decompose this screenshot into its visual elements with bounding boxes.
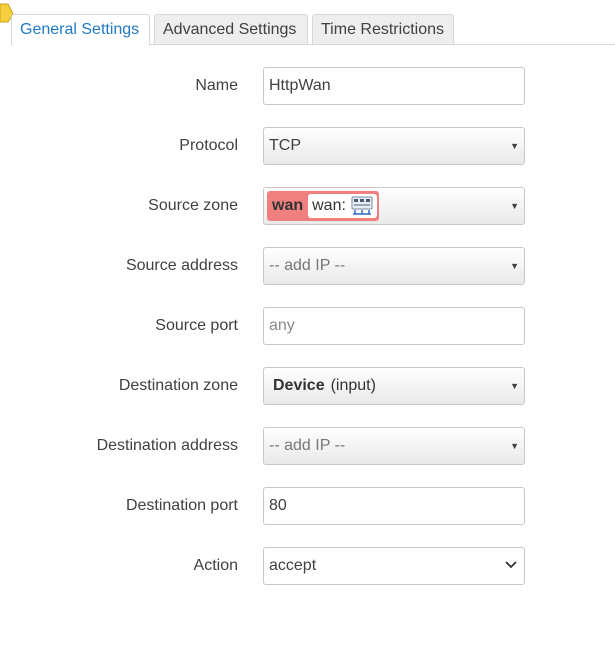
source-address-row: Source address -- add IP -- ▼ (0, 247, 615, 285)
destination-port-label: Destination port (125, 497, 238, 514)
tab-bar: General Settings Advanced Settings Time … (0, 0, 615, 45)
action-label: Action (193, 557, 238, 574)
network-ports-icon (351, 196, 373, 215)
dropdown-caret-icon: ▼ (510, 201, 519, 211)
destination-address-placeholder: -- add IP -- (269, 437, 346, 454)
dropdown-caret-icon: ▼ (510, 381, 519, 391)
tab-advanced-settings[interactable]: Advanced Settings (154, 14, 308, 44)
protocol-row: Protocol TCP ▼ (0, 127, 615, 165)
zone-network-name: wan: (312, 197, 346, 214)
action-row: Action accept (0, 547, 615, 585)
protocol-label: Protocol (179, 137, 238, 154)
name-row: Name (0, 67, 615, 105)
source-zone-dropdown[interactable]: wan wan: ▼ (263, 187, 525, 225)
name-label: Name (195, 77, 238, 94)
destination-address-row: Destination address -- add IP -- ▼ (0, 427, 615, 465)
action-value: accept (269, 557, 317, 574)
source-zone-row: Source zone wan wan: ▼ (0, 187, 615, 225)
protocol-dropdown[interactable]: TCP ▼ (263, 127, 525, 165)
source-address-dropdown[interactable]: -- add IP -- ▼ (263, 247, 525, 285)
destination-address-label: Destination address (96, 437, 238, 454)
zone-badge-wan: wan wan: (267, 191, 379, 221)
destination-zone-label: Destination zone (118, 377, 238, 394)
tab-general-settings[interactable]: General Settings (11, 14, 150, 45)
source-port-row: Source port (0, 307, 615, 345)
dropdown-caret-icon: ▼ (510, 261, 519, 271)
tab-time-restrictions[interactable]: Time Restrictions (312, 14, 454, 44)
name-input[interactable] (263, 67, 525, 105)
action-select[interactable]: accept (263, 547, 525, 585)
destination-port-input[interactable] (263, 487, 525, 525)
source-port-label: Source port (155, 317, 238, 334)
destination-address-dropdown[interactable]: -- add IP -- ▼ (263, 427, 525, 465)
destination-zone-device: Device (273, 377, 325, 394)
destination-port-row: Destination port (0, 487, 615, 525)
source-address-placeholder: -- add IP -- (269, 257, 346, 274)
source-zone-label: Source zone (148, 197, 238, 214)
dropdown-caret-icon: ▼ (510, 141, 519, 151)
zone-network-chip: wan: (308, 194, 377, 218)
source-port-input[interactable] (263, 307, 525, 345)
destination-zone-detail: (input) (330, 377, 376, 394)
dropdown-caret-icon: ▼ (510, 441, 519, 451)
source-address-label: Source address (125, 257, 238, 274)
destination-zone-row: Destination zone Device (input) ▼ (0, 367, 615, 405)
zone-name: wan (272, 197, 304, 214)
destination-zone-dropdown[interactable]: Device (input) ▼ (263, 367, 525, 405)
protocol-value: TCP (269, 137, 301, 154)
